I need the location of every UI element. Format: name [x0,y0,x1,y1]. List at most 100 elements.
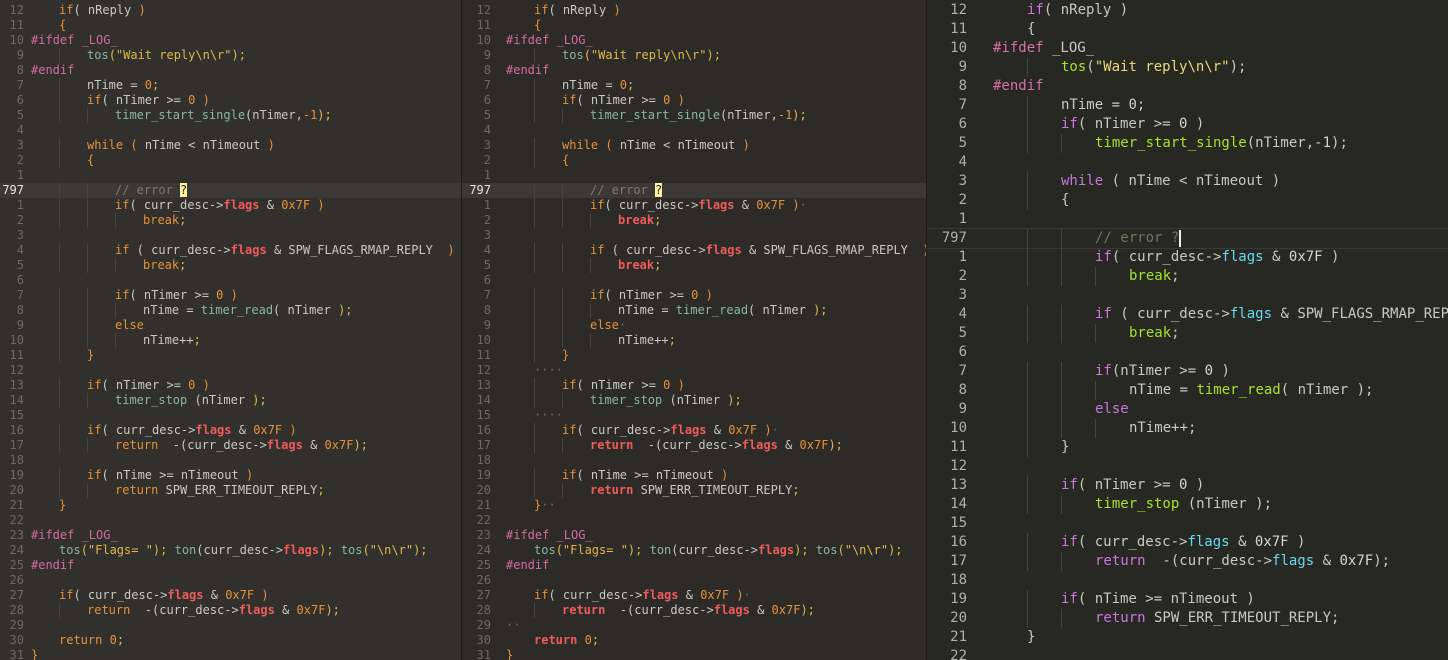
code-text[interactable]: break; [143,213,186,228]
code-text[interactable]: { [1061,191,1069,210]
code-text[interactable]: if( nTimer >= 0 ) [87,378,210,393]
code-text[interactable]: nTime++; [618,333,676,348]
code-line[interactable]: 16 if( curr_desc->flags & 0x7F ) [0,423,462,438]
code-line[interactable]: 23 #ifdef _LOG_ [462,528,927,543]
code-line[interactable]: 4 [0,123,462,138]
code-text[interactable]: if( nReply ) [59,3,146,18]
code-line[interactable]: 9 else [0,318,462,333]
code-line[interactable]: 2{ [462,153,927,168]
code-line[interactable]: 7 nTime = 0; [0,78,462,93]
code-line[interactable]: 7 nTime = 0; [462,78,927,93]
code-text[interactable]: else· [590,318,626,333]
code-text[interactable]: if( curr_desc->flags & 0x7F ) [87,423,297,438]
editor-pane-middle[interactable]: 12 if( nReply ) 11{10 #ifdef _LOG_ 9 tos("Wai… [462,0,927,660]
code-line[interactable]: 9 tos("Wait reply\n\r"); [462,48,927,63]
code-text[interactable]: return SPW_ERR_TIMEOUT_REPLY; [590,483,800,498]
code-line[interactable]: 16 if( curr_desc->flags & 0x7F ) [927,533,1448,552]
code-text[interactable]: #ifdef _LOG_ [31,528,118,543]
code-line[interactable]: 2 break; [462,213,927,228]
code-line[interactable]: 20 return SPW_ERR_TIMEOUT_REPLY; [0,483,462,498]
code-line[interactable]: 8 #endif [462,63,927,78]
code-line[interactable]: 15 [927,514,1448,533]
code-line[interactable]: 1 if( curr_desc->flags & 0x7F ) [0,198,462,213]
code-text[interactable]: break; [143,258,186,273]
code-line[interactable]: 2{ [927,191,1448,210]
code-line[interactable]: 12 if( nReply ) [927,1,1448,20]
code-text[interactable]: if( curr_desc->flags & 0x7F ) [1095,248,1339,267]
code-text[interactable]: if( nTime >= nTimeout ) [562,468,728,483]
code-line[interactable]: 26 [0,573,462,588]
code-line[interactable]: 24 tos("Flags= "); ton(curr_desc->flags);… [0,543,462,558]
code-text[interactable]: while ( nTime < nTimeout ) [87,138,275,153]
code-line[interactable]: 11 { [927,20,1448,39]
code-text[interactable]: if( curr_desc->flags & 0x7F ) [115,198,325,213]
code-text[interactable]: if( nTimer >= 0 ) [1061,115,1204,134]
code-text[interactable]: } [562,348,569,363]
code-line[interactable]: 1 [927,210,1448,229]
code-line[interactable]: 9 tos("Wait reply\n\r"); [927,58,1448,77]
code-line[interactable]: 1 if( curr_desc->flags & 0x7F )· [462,198,927,213]
code-line[interactable]: 2{ [0,153,462,168]
code-line[interactable]: 20 return SPW_ERR_TIMEOUT_REPLY; [462,483,927,498]
code-line[interactable]: 25 #endif [462,558,927,573]
code-text[interactable]: return -(curr_desc->flags & 0x7F); [1095,552,1390,571]
code-line[interactable]: 21} [927,628,1448,647]
code-line[interactable]: 22 [927,647,1448,660]
code-text[interactable]: #ifdef _LOG_ [993,39,1094,58]
code-text[interactable]: timer_stop (nTimer ); [1095,495,1272,514]
code-text[interactable]: tos("Wait reply\n\r"); [87,48,246,63]
code-text[interactable]: timer_start_single(nTimer,-1); [115,108,332,123]
code-line[interactable]: 25 #endif [0,558,462,573]
code-text[interactable]: if( nTime >= nTimeout ) [87,468,253,483]
code-line[interactable]: 10 nTime++; [0,333,462,348]
code-line[interactable]: 19 if( nTime >= nTimeout ) [462,468,927,483]
code-text[interactable]: #ifdef _LOG_ [506,33,593,48]
code-text[interactable]: // error ? [115,183,188,198]
code-line[interactable]: 4 [462,123,927,138]
code-text[interactable]: return -(curr_desc->flags & 0x7F); [87,603,340,618]
code-text[interactable]: #ifdef _LOG_ [31,33,118,48]
code-line[interactable]: 1 [462,168,927,183]
code-line[interactable]: 14 timer_stop (nTimer ); [0,393,462,408]
code-line[interactable]: 22 [0,513,462,528]
code-text[interactable]: if( nTimer >= 0 ) [562,93,685,108]
code-line[interactable]: 14 timer_stop (nTimer ); [927,495,1448,514]
current-code-line[interactable]: 797 // error ? [0,183,462,198]
current-code-line[interactable]: 797 // error ? [462,183,927,198]
code-line[interactable]: 3 [927,286,1448,305]
code-line[interactable]: 18 [462,453,927,468]
code-text[interactable]: { [534,18,541,33]
editor-pane-left[interactable]: 12 if( nReply ) 11{10 #ifdef _LOG_ 9 tos("Wai… [0,0,462,660]
code-line[interactable]: 13 if( nTimer >= 0 ) [462,378,927,393]
code-text[interactable]: if( curr_desc->flags & 0x7F )· [590,198,807,213]
code-line[interactable]: 12 if( nReply ) [0,3,462,18]
code-line[interactable]: 8 nTime = timer_read( nTimer ); [462,303,927,318]
code-line[interactable]: 26 [462,573,927,588]
code-line[interactable]: 7 if( nTimer >= 0 ) [0,288,462,303]
code-line[interactable]: 16 if( curr_desc->flags & 0x7F )· [462,423,927,438]
code-text[interactable]: else [1095,400,1129,419]
code-text[interactable]: ·· [506,618,520,633]
code-text[interactable]: #ifdef _LOG_ [506,528,593,543]
code-line[interactable]: 7 if(nTimer >= 0 ) [927,362,1448,381]
code-text[interactable]: timer_start_single(nTimer,-1); [1095,134,1348,153]
code-text[interactable]: break; [1129,324,1180,343]
code-text[interactable]: tos("Wait reply\n\r"); [562,48,721,63]
code-line[interactable]: 8 #endif [927,77,1448,96]
code-text[interactable]: { [1027,20,1035,39]
code-text[interactable]: { [562,153,569,168]
code-line[interactable]: 28 return -(curr_desc->flags & 0x7F); [462,603,927,618]
code-line[interactable]: 10 nTime++; [462,333,927,348]
code-text[interactable]: { [87,153,94,168]
code-text[interactable]: tos("Flags= "); ton(curr_desc->flags); t… [59,543,428,558]
code-text[interactable]: }·· [534,498,556,513]
code-line[interactable]: 5 break; [927,324,1448,343]
code-text[interactable]: tos("Flags= "); ton(curr_desc->flags); t… [534,543,903,558]
code-line[interactable]: 6 [927,343,1448,362]
code-text[interactable]: if( nTimer >= 0 ) [1061,476,1204,495]
code-line[interactable]: 21} [0,498,462,513]
code-line[interactable]: 7 if( nTimer >= 0 ) [462,288,927,303]
code-text[interactable]: ···· [534,363,563,378]
code-text[interactable]: break; [618,213,661,228]
code-line[interactable]: 11} [0,348,462,363]
